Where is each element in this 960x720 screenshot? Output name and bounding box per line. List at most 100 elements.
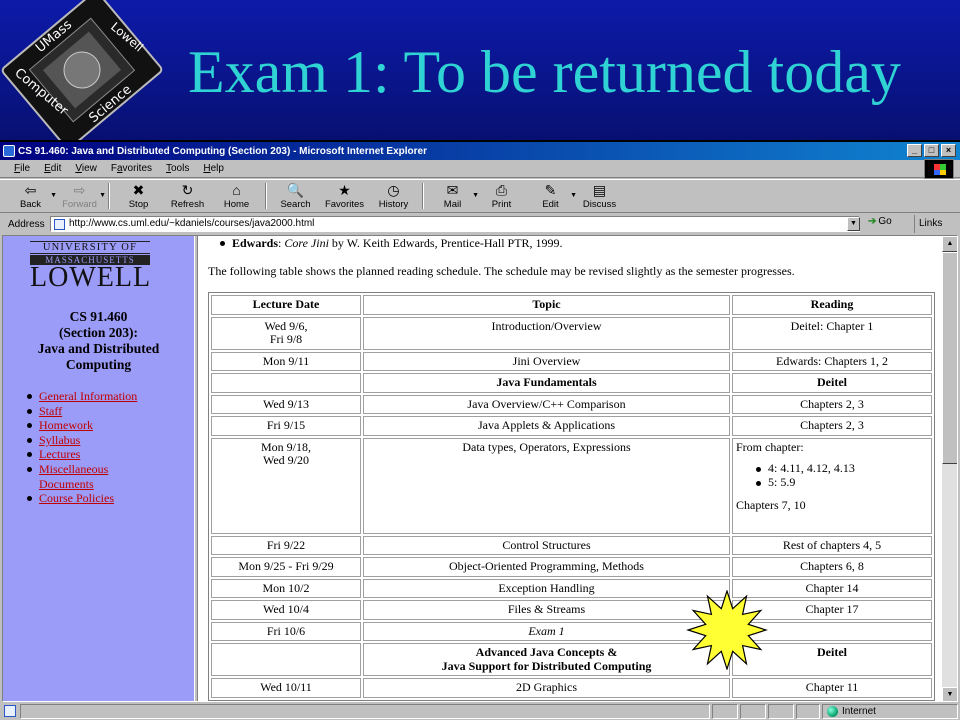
cell-topic: 2D Graphics: [363, 678, 730, 698]
column-header: Topic: [363, 295, 730, 315]
list-item: 4: 4.11, 4.12, 4.13: [756, 461, 928, 476]
windows-logo-throbber-icon: [924, 159, 954, 179]
toolbar-label: Forward: [62, 199, 97, 210]
menu-view[interactable]: View: [75, 163, 97, 174]
cell-reading: Edwards: Chapters 1, 2: [732, 351, 932, 371]
address-input[interactable]: http://www.cs.uml.edu/~kdaniels/courses/…: [50, 216, 860, 232]
sidebar-item-miscellaneous-documents: Miscellaneous Documents: [25, 462, 137, 491]
column-header: Lecture Date: [211, 295, 361, 315]
sidebar-link[interactable]: Staff: [39, 404, 62, 418]
refresh-icon: ↻: [181, 182, 194, 198]
cell-date: Mon 10/2: [211, 578, 361, 598]
toolbar-separator: [422, 183, 424, 209]
sidebar-frame: UNIVERSITY OF MASSACHUSETTS LOWELL CS 91…: [3, 236, 194, 701]
address-url: http://www.cs.uml.edu/~kdaniels/courses/…: [69, 218, 315, 229]
scroll-thumb[interactable]: [942, 252, 957, 464]
links-button[interactable]: Links: [914, 215, 946, 233]
discuss-button[interactable]: ▤ Discuss: [575, 180, 624, 212]
favorites-button[interactable]: ★ Favorites: [320, 180, 369, 212]
scroll-down-button[interactable]: ▼: [942, 687, 957, 701]
go-button[interactable]: ➔ Go: [868, 216, 892, 227]
table-row: Fri 9/22 Control Structures Rest of chapte…: [211, 535, 932, 555]
address-dropdown-button[interactable]: ▼: [847, 217, 860, 231]
table-row: Advanced Java Concepts & Java Support fo…: [211, 643, 932, 676]
sidebar-link[interactable]: Syllabus: [39, 433, 80, 447]
edit-icon: ✎: [544, 182, 557, 198]
menu-help[interactable]: Help: [203, 163, 224, 174]
toolbar-label: Stop: [128, 199, 149, 210]
ie-app-icon: [3, 145, 15, 157]
menu-file[interactable]: File: [14, 163, 30, 174]
discuss-icon: ▤: [592, 182, 607, 198]
address-bar: Address http://www.cs.uml.edu/~kdaniels/…: [0, 214, 960, 234]
menu-tools[interactable]: Tools: [166, 163, 189, 174]
home-button[interactable]: ⌂ Home: [212, 180, 261, 212]
window-titlebar[interactable]: CS 91.460: Java and Distributed Computin…: [0, 142, 960, 160]
window-controls: _ □ ×: [907, 144, 956, 157]
cell-reading: Chapters 2, 3: [732, 416, 932, 436]
cell-topic: Jini Overview: [363, 351, 730, 371]
table-row: Mon 10/2 Exception Handling Chapter 14: [211, 578, 932, 598]
edit-button[interactable]: ✎ Edit ▼: [526, 180, 577, 212]
close-button[interactable]: ×: [941, 144, 956, 157]
print-icon: ⎙: [495, 182, 508, 198]
vertical-scrollbar[interactable]: ▲ ▼: [942, 236, 957, 701]
cell-topic: Exception Handling: [363, 578, 730, 598]
sidebar-item-homework: Homework: [25, 418, 137, 433]
sidebar-item-course-policies: Course Policies: [25, 491, 137, 506]
sidebar-link[interactable]: General Information: [39, 389, 137, 403]
sidebar-link[interactable]: Homework: [39, 418, 93, 432]
cell-reading: Rest of chapters 4, 5: [732, 535, 932, 555]
course-title-line: Computing: [65, 357, 132, 372]
toolbar-label: Back: [19, 199, 42, 210]
page-icon: [54, 219, 65, 230]
cell-date: Wed 10/4: [211, 600, 361, 620]
course-title: CS 91.460 (Section 203): Java and Distri…: [3, 309, 194, 373]
back-arrow-icon: ⇦: [24, 182, 37, 198]
sidebar-item-staff: Staff: [25, 404, 137, 419]
history-button[interactable]: ◷ History: [369, 180, 418, 212]
search-button[interactable]: 🔍 Search: [271, 180, 320, 212]
cell-date: Wed 10/11: [211, 678, 361, 698]
table-row: Fri 9/15 Java Applets & Applications Chapt…: [211, 416, 932, 436]
sidebar-link[interactable]: Course Policies: [39, 491, 114, 505]
status-text-cell: [20, 704, 710, 719]
print-button[interactable]: ⎙ Print: [477, 180, 526, 212]
stop-button[interactable]: ✖ Stop: [114, 180, 163, 212]
back-button[interactable]: ⇦ Back ▼: [6, 180, 57, 212]
favorites-icon: ★: [338, 182, 351, 198]
zone-label: Internet: [842, 706, 876, 717]
scroll-up-button[interactable]: ▲: [942, 236, 957, 252]
mail-button[interactable]: ✉ Mail ▼: [428, 180, 479, 212]
cell-topic: Java Fundamentals: [363, 373, 730, 393]
cell-topic: Java Overview/C++ Comparison: [363, 394, 730, 414]
cell-date: [211, 373, 361, 393]
forward-button[interactable]: ⇨ Forward ▼: [55, 180, 106, 212]
sidebar-link[interactable]: Lectures: [39, 447, 80, 461]
reading-list: 4: 4.11, 4.12, 4.13 5: 5.9: [756, 461, 928, 489]
umass-lowell-cs-logo-icon: UMass Science Lowell Computer: [1, 0, 163, 140]
menu-favorites[interactable]: Favorites: [111, 163, 152, 174]
refresh-button[interactable]: ↻ Refresh: [163, 180, 212, 212]
cell-date: Wed 9/6, Fri 9/8: [211, 316, 361, 350]
toolbar-label: Refresh: [170, 199, 205, 210]
reading-post: Chapters 7, 10: [736, 498, 806, 512]
menu-bar: File Edit View Favorites Tools Help: [0, 160, 960, 178]
table-row: Mon 9/18, Wed 9/20 Data types, Operators,…: [211, 437, 932, 534]
cell-reading: Chapters 2, 3: [732, 394, 932, 414]
cell-topic: Java Applets & Applications: [363, 416, 730, 436]
maximize-button[interactable]: □: [924, 144, 939, 157]
table-row: Wed 9/6, Fri 9/8 Introduction/Overview Dei…: [211, 316, 932, 350]
reference-author: Edwards: [232, 236, 279, 250]
status-bar: Internet: [0, 703, 960, 720]
toolbar-dropdown-icon[interactable]: ▼: [99, 192, 106, 199]
menu-edit[interactable]: Edit: [44, 163, 61, 174]
column-header: Reading: [732, 295, 932, 315]
sidebar-link[interactable]: Documents: [39, 477, 94, 491]
toolbar-label: History: [378, 199, 409, 210]
page-status-icon: [4, 705, 16, 717]
minimize-button[interactable]: _: [907, 144, 922, 157]
cell-reading: From chapter: 4: 4.11, 4.12, 4.13 5: 5.9 Ch…: [732, 437, 932, 534]
toolbar-separator: [265, 183, 267, 209]
sidebar-link[interactable]: Miscellaneous: [39, 462, 108, 476]
